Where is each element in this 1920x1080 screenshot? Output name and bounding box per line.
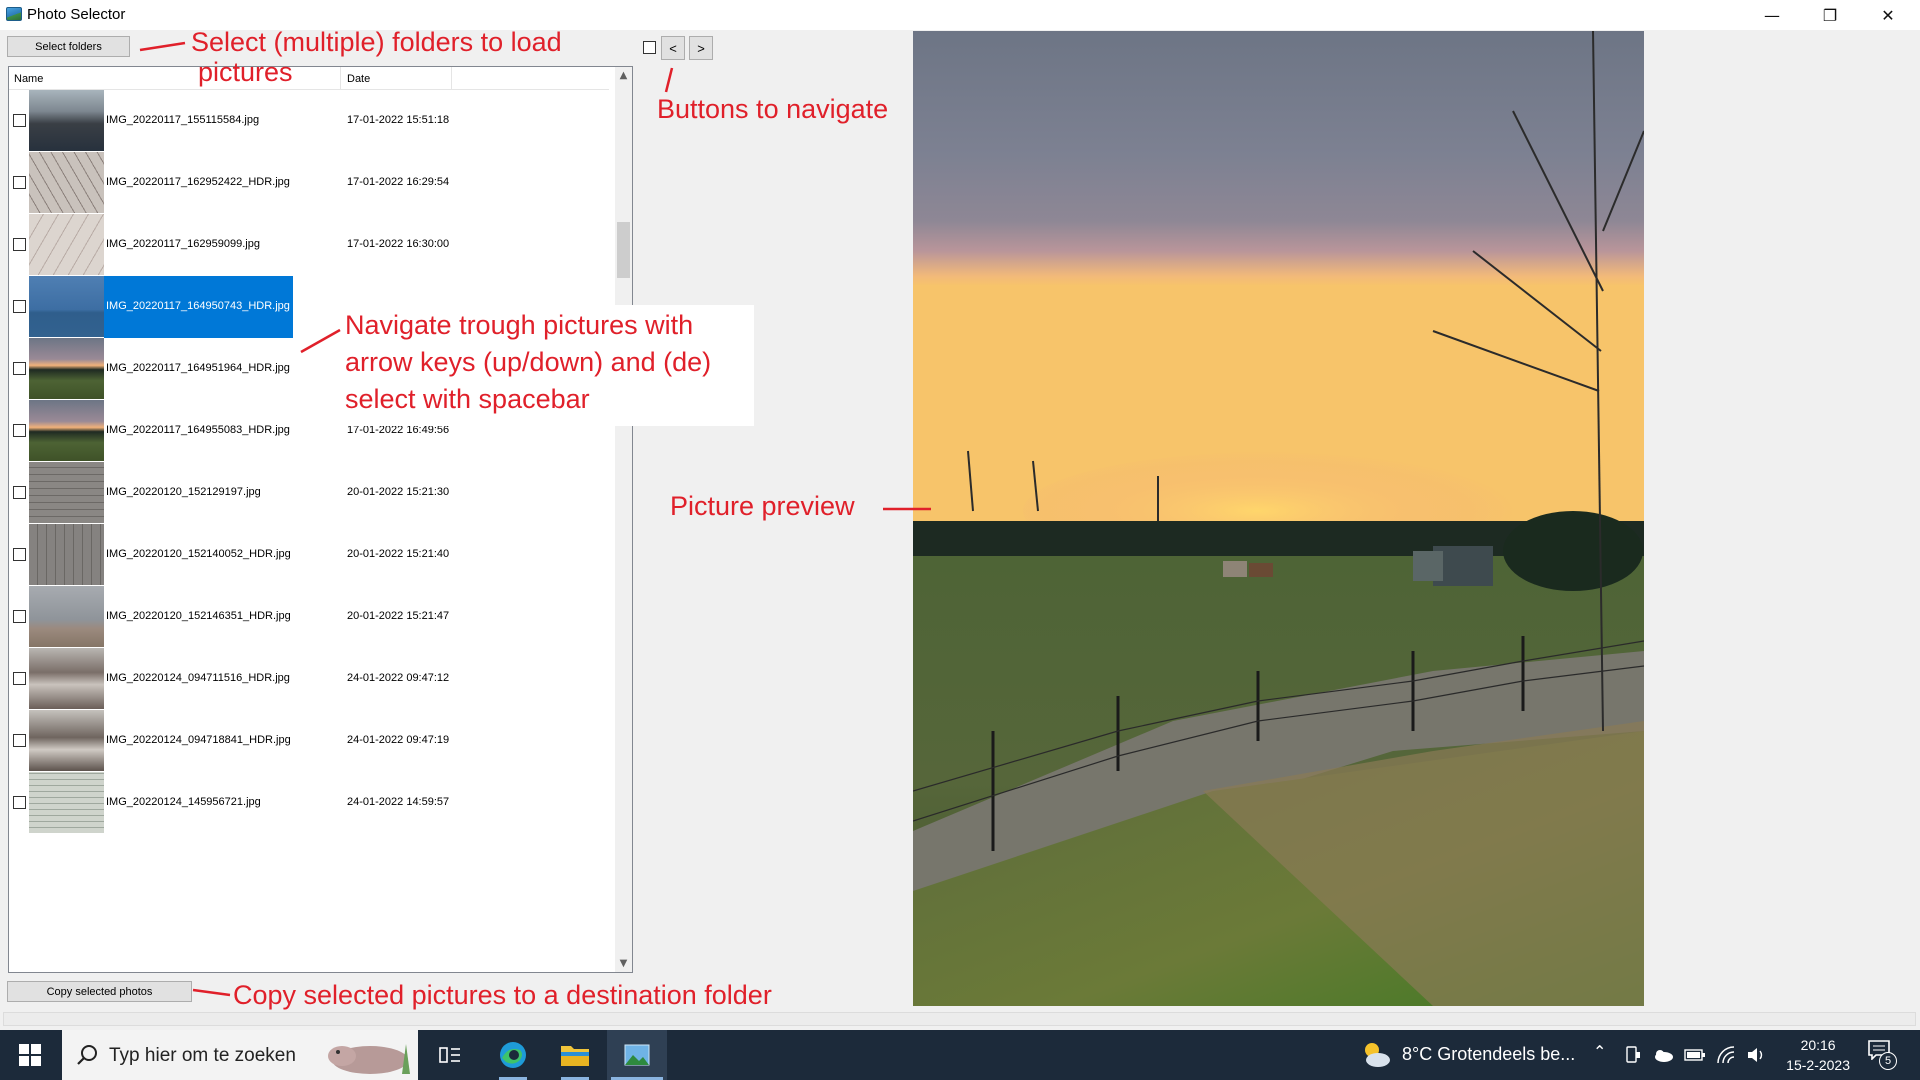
annotation-navigate-buttons: Buttons to navigate — [657, 94, 889, 124]
device-icon[interactable] — [1625, 1046, 1641, 1064]
task-view-icon[interactable] — [420, 1030, 480, 1080]
weather-text[interactable]: 8°C Grotendeels be... — [1402, 1044, 1575, 1065]
search-icon — [77, 1045, 97, 1065]
annotation-select-folders-line1: Select (multiple) folders to load — [191, 27, 562, 57]
search-placeholder: Typ hier om te zoeken — [109, 1045, 296, 1066]
horizontal-scrollbar[interactable] — [3, 1012, 1916, 1026]
clock-time: 20:16 — [1800, 1037, 1836, 1053]
edge-browser-icon[interactable] — [483, 1030, 543, 1080]
taskbar-clock[interactable]: 20:16 15-2-2023 — [1786, 1035, 1850, 1075]
clock-date: 15-2-2023 — [1786, 1057, 1850, 1073]
wifi-icon[interactable] — [1716, 1045, 1736, 1065]
annotation-select-folders-line2: pictures — [198, 57, 293, 87]
annotation-copy: Copy selected pictures to a destination … — [233, 980, 772, 1010]
notification-center[interactable]: 5 — [1868, 1040, 1898, 1070]
notification-count-badge: 5 — [1879, 1052, 1897, 1070]
onedrive-cloud-icon[interactable] — [1652, 1048, 1674, 1062]
hippo-search-highlight-icon — [328, 1044, 410, 1074]
tray-overflow-chevron-icon[interactable]: ⌃ — [1593, 1042, 1606, 1061]
windows-start-icon[interactable] — [0, 1030, 60, 1080]
battery-icon[interactable] — [1684, 1049, 1706, 1061]
annotation-keyboard-line1: Navigate trough pictures with — [345, 310, 694, 340]
annotation-keyboard-line3: select with spacebar — [345, 384, 590, 414]
annotation-picture-preview: Picture preview — [670, 491, 855, 521]
photo-selector-taskbar-icon[interactable] — [607, 1030, 667, 1080]
annotation-keyboard-line2: arrow keys (up/down) and (de) — [345, 347, 712, 377]
taskbar-search-box[interactable]: Typ hier om te zoeken — [62, 1030, 418, 1080]
annotation-lines — [139, 41, 931, 997]
weather-cloud-sun-icon[interactable] — [1360, 1040, 1392, 1070]
taskbar: Typ hier om te zoeken 8°C Grotendeels be… — [0, 1030, 1920, 1080]
file-explorer-icon[interactable] — [545, 1030, 605, 1080]
volume-icon[interactable] — [1746, 1045, 1766, 1065]
